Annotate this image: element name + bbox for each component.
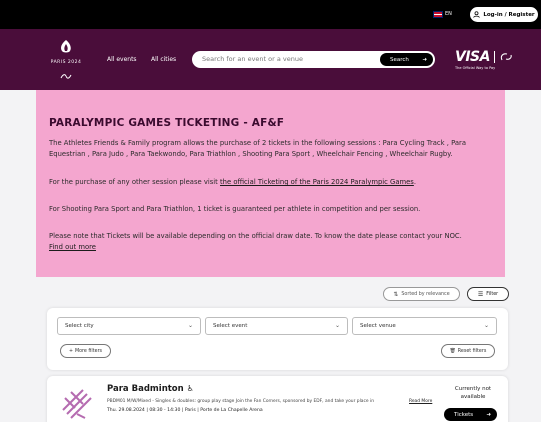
para-badminton-pictogram-icon <box>62 389 92 419</box>
info-section: PARALYMPIC GAMES TICKETING - AF&F The At… <box>36 90 505 277</box>
visa-tagline: The Official Way to Pay <box>455 66 496 70</box>
search-button[interactable]: Search ➜ <box>380 53 433 66</box>
event-venue: Porte de La Chapelle Arena <box>200 408 263 413</box>
filter-button[interactable]: ☰ Filter <box>467 287 509 301</box>
search-button-label: Search <box>390 56 409 63</box>
search-bar[interactable]: Search for an event or a venue Search ➜ <box>192 51 435 68</box>
filter-icon: ☰ <box>477 290 484 298</box>
info-paragraph-draw-date: Please note that Tickets will be availab… <box>49 231 501 253</box>
sort-icon: ⇅ <box>393 290 399 298</box>
search-input[interactable]: Search for an event or a venue <box>202 55 303 63</box>
select-event-value: Select event <box>213 323 248 329</box>
select-event[interactable]: Select event ⌄ <box>205 317 348 335</box>
paralympic-agitos-icon <box>500 53 512 61</box>
event-title: Para Badminton ♿ <box>107 384 194 394</box>
more-filters-button[interactable]: + More filters <box>60 344 111 358</box>
sort-button[interactable]: ⇅ Sorted by relevance <box>383 287 460 301</box>
tickets-button[interactable]: Tickets ➜ <box>444 408 497 421</box>
select-city-value: Select city <box>65 323 94 329</box>
sort-label: Sorted by relevance <box>401 291 450 297</box>
official-ticketing-link[interactable]: the official Ticketing of the Paris 2024… <box>220 178 414 186</box>
reset-filters-button[interactable]: 🗑 Reset filters <box>441 344 495 358</box>
chevron-down-icon: ⌄ <box>334 322 340 329</box>
paris-flame-icon <box>61 40 71 53</box>
info-paragraph-other-sessions: For the purchase of any other session pl… <box>49 177 501 188</box>
login-label: Log-in / Register <box>483 11 535 18</box>
filter-label: Filter <box>486 291 499 297</box>
plus-icon: + <box>68 348 73 354</box>
event-meta: Thu. 29.08.2024 | 08:30 - 14:30 | Paris … <box>107 408 263 413</box>
page-title: PARALYMPIC GAMES TICKETING - AF&F <box>49 117 285 129</box>
info-text: . <box>413 178 417 186</box>
event-time: 08:30 - 14:30 <box>149 408 181 413</box>
info-paragraph-guarantee: For Shooting Para Sport and Para Triathl… <box>49 205 421 213</box>
reset-filters-label: Reset filters <box>457 348 487 354</box>
info-text: Please note that Tickets will be availab… <box>49 232 462 240</box>
arrow-right-icon: ➜ <box>422 56 427 63</box>
language-label: EN <box>445 11 452 17</box>
event-city: Paris <box>184 408 196 413</box>
trash-icon: 🗑 <box>449 348 456 354</box>
wheelchair-icon: ♿ <box>186 384 194 393</box>
event-date: Thu. 29.08.2024 <box>107 408 145 413</box>
user-icon <box>473 11 481 18</box>
paralympic-agitos-icon <box>60 74 72 79</box>
logo-text: PARIS 2024 <box>50 60 82 65</box>
nav-all-events[interactable]: All events <box>107 56 137 63</box>
visa-sponsor: VISA The Official Way to Pay <box>455 49 513 70</box>
chevron-down-icon: ⌄ <box>483 322 489 329</box>
main-header: PARIS 2024 All events All cities Search … <box>0 29 541 90</box>
paris-2024-logo[interactable]: PARIS 2024 <box>46 39 86 85</box>
filters-panel: Select city ⌄ Select event ⌄ Select venu… <box>47 308 508 370</box>
event-title-text: Para Badminton <box>107 384 184 394</box>
info-paragraph-program: The Athletes Friends & Family program al… <box>49 139 466 158</box>
top-bar: EN Log-in / Register <box>0 0 541 29</box>
availability-status: Currently not available <box>454 386 492 400</box>
login-register-button[interactable]: Log-in / Register <box>470 7 538 22</box>
language-selector[interactable]: EN <box>433 10 452 18</box>
more-filters-label: More filters <box>74 348 103 354</box>
divider <box>493 51 495 63</box>
select-city[interactable]: Select city ⌄ <box>57 317 201 335</box>
info-text: For the purchase of any other session pl… <box>49 178 221 186</box>
event-description: PBDM01 M/W/Mixed - Singles & doubles: gr… <box>107 399 374 404</box>
event-card[interactable]: Para Badminton ♿ PBDM01 M/W/Mixed - Sing… <box>47 376 508 422</box>
nav-all-cities[interactable]: All cities <box>151 56 176 63</box>
arrow-right-icon: ➜ <box>486 411 491 418</box>
uk-flag-icon <box>433 10 443 18</box>
select-venue-value: Select venue <box>360 323 396 329</box>
select-venue[interactable]: Select venue ⌄ <box>352 317 497 335</box>
chevron-down-icon: ⌄ <box>187 322 193 329</box>
find-out-more-link[interactable]: Find out more <box>49 243 96 251</box>
read-more-link[interactable]: Read More <box>409 399 432 404</box>
tickets-button-label: Tickets <box>454 411 474 418</box>
visa-logo: VISA <box>455 49 490 65</box>
